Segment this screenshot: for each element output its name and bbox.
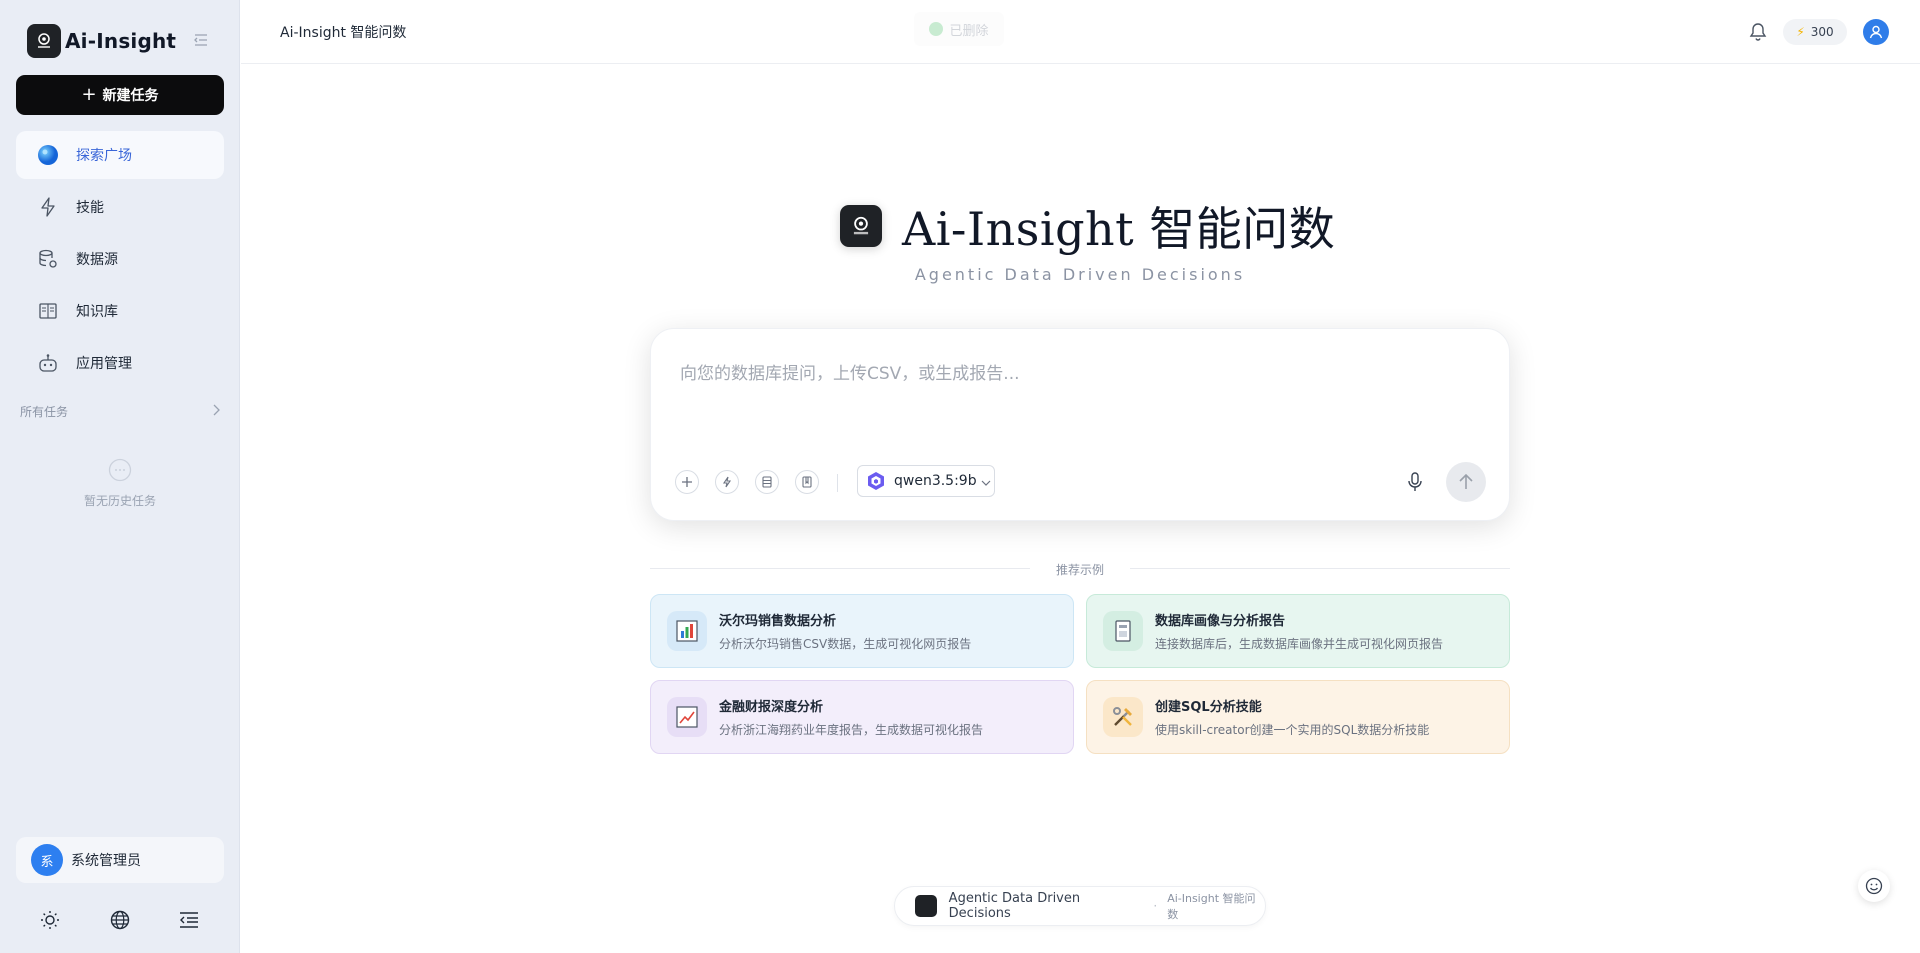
collapse-menu-icon[interactable] bbox=[177, 908, 201, 932]
datasource-button[interactable] bbox=[755, 470, 779, 494]
top-header: Ai-Insight 智能问数 已删除 ⚡ 300 bbox=[241, 0, 1920, 64]
chevron-down-icon bbox=[981, 476, 991, 486]
microphone-icon[interactable] bbox=[1403, 470, 1427, 494]
user-card[interactable]: 系 系统管理员 bbox=[16, 837, 224, 883]
sidebar-item-label: 技能 bbox=[76, 200, 104, 216]
card-title: 沃尔玛销售数据分析 bbox=[719, 614, 837, 629]
sidebar-item-label: 探索广场 bbox=[76, 148, 132, 164]
avatar: 系 bbox=[31, 844, 63, 876]
chevron-right-icon bbox=[212, 404, 220, 419]
chat-bubble-icon bbox=[108, 458, 132, 482]
sidebar-item-knowledge[interactable]: 知识库 bbox=[16, 287, 224, 335]
robot-icon bbox=[36, 351, 60, 375]
card-title: 数据库画像与分析报告 bbox=[1155, 614, 1286, 629]
all-tasks-label: 所有任务 bbox=[20, 405, 69, 419]
bell-icon[interactable] bbox=[1749, 22, 1769, 42]
skill-lightning-button[interactable] bbox=[715, 470, 739, 494]
hero: Ai-Insight 智能问数 bbox=[840, 193, 1335, 259]
lightning-icon: ⚡ bbox=[1796, 25, 1805, 39]
card-description: 分析沃尔玛销售CSV数据，生成可视化网页报告 bbox=[719, 637, 972, 651]
language-globe-icon[interactable] bbox=[108, 908, 132, 932]
footer-pill: Agentic Data Driven Decisions · Ai-Insig… bbox=[894, 886, 1266, 926]
example-card-finance[interactable]: 金融财报深度分析 分析浙江海翔药业年度报告，生成数据可视化报告 bbox=[650, 680, 1074, 754]
sidebar-item-skills[interactable]: 技能 bbox=[16, 183, 224, 231]
toolbar-divider bbox=[837, 474, 838, 492]
footer-product: Ai-Insight 智能问数 bbox=[1167, 892, 1256, 921]
model-name: qwen3.5:9b bbox=[894, 473, 977, 489]
check-icon bbox=[929, 22, 944, 36]
empty-task-text: 暂无历史任务 bbox=[83, 494, 156, 508]
new-task-button[interactable]: + 新建任务 bbox=[16, 75, 224, 115]
footer-logo-icon bbox=[915, 895, 937, 917]
qwen-logo-icon bbox=[866, 471, 886, 491]
collapse-sidebar-icon[interactable] bbox=[193, 32, 209, 48]
tools-icon bbox=[1103, 697, 1143, 737]
example-card-db-profile[interactable]: 数据库画像与分析报告 连接数据库后，生成数据库画像并生成可视化网页报告 bbox=[1086, 594, 1510, 668]
example-card-sql-skill[interactable]: 创建SQL分析技能 使用skill-creator创建一个实用的SQL数据分析技… bbox=[1086, 680, 1510, 754]
profile-icon[interactable] bbox=[1863, 19, 1889, 45]
report-icon bbox=[1103, 611, 1143, 651]
card-title: 创建SQL分析技能 bbox=[1155, 700, 1262, 715]
examples-label: 推荐示例 bbox=[650, 561, 1510, 578]
card-title: 金融财报深度分析 bbox=[719, 700, 824, 715]
knowledge-button[interactable] bbox=[795, 470, 819, 494]
chat-composer: 向您的数据库提问，上传CSV，或生成报告... qwen3.5:9b bbox=[650, 328, 1510, 521]
card-description: 使用skill-creator创建一个实用的SQL数据分析技能 bbox=[1155, 723, 1430, 737]
brand[interactable]: Ai-Insight bbox=[27, 24, 176, 58]
sidebar: Ai-Insight + 新建任务 探索广场 技能 数据源 知识库 应用管理 所… bbox=[0, 0, 240, 953]
lightning-icon bbox=[36, 195, 60, 219]
plus-icon: + bbox=[81, 84, 97, 105]
send-button[interactable] bbox=[1446, 462, 1486, 502]
card-description: 分析浙江海翔药业年度报告，生成数据可视化报告 bbox=[719, 723, 984, 737]
question-input[interactable]: 向您的数据库提问，上传CSV，或生成报告... bbox=[680, 359, 1020, 384]
model-select[interactable]: qwen3.5:9b bbox=[857, 465, 995, 497]
bar-chart-icon bbox=[667, 611, 707, 651]
footer-separator: · bbox=[1153, 899, 1158, 913]
example-card-walmart[interactable]: 沃尔玛销售数据分析 分析沃尔玛销售CSV数据，生成可视化网页报告 bbox=[650, 594, 1074, 668]
app-name: Ai-Insight bbox=[65, 29, 177, 53]
app-logo-icon bbox=[27, 24, 61, 58]
sidebar-item-label: 知识库 bbox=[76, 304, 118, 320]
sidebar-item-explore[interactable]: 探索广场 bbox=[16, 131, 224, 179]
card-description: 连接数据库后，生成数据库画像并生成可视化网页报告 bbox=[1155, 637, 1444, 651]
globe-icon bbox=[36, 143, 60, 167]
add-attachment-button[interactable] bbox=[675, 470, 699, 494]
all-tasks-toggle[interactable]: 所有任务 bbox=[20, 403, 220, 420]
book-icon bbox=[36, 299, 60, 323]
theme-sun-icon[interactable] bbox=[38, 908, 62, 932]
trend-chart-icon bbox=[667, 697, 707, 737]
smiley-help-icon[interactable] bbox=[1858, 870, 1890, 902]
hero-title: Ai-Insight 智能问数 bbox=[902, 202, 1336, 256]
sidebar-item-label: 应用管理 bbox=[76, 356, 132, 372]
new-task-label: 新建任务 bbox=[102, 88, 159, 104]
examples-divider: 推荐示例 bbox=[650, 563, 1510, 577]
toast-text: 已删除 bbox=[949, 23, 989, 39]
user-name: 系统管理员 bbox=[71, 853, 141, 869]
sidebar-item-apps[interactable]: 应用管理 bbox=[16, 339, 224, 387]
footer-tagline: Agentic Data Driven Decisions bbox=[948, 891, 1081, 921]
credits-badge[interactable]: ⚡ 300 bbox=[1783, 19, 1847, 45]
empty-task-list: 暂无历史任务 bbox=[0, 458, 240, 509]
hero-logo-icon bbox=[840, 205, 882, 247]
toast-notification: 已删除 bbox=[914, 12, 1004, 46]
page-title: Ai-Insight 智能问数 bbox=[280, 25, 407, 41]
credits-value: 300 bbox=[1810, 25, 1834, 39]
hero-subtitle: Agentic Data Driven Decisions bbox=[914, 265, 1246, 284]
